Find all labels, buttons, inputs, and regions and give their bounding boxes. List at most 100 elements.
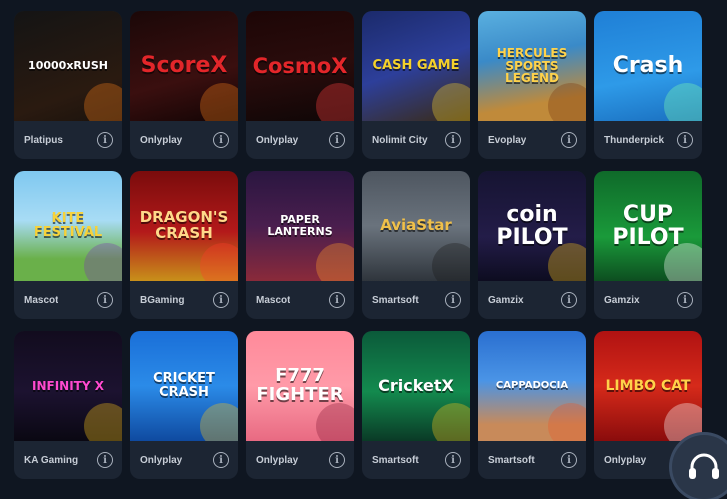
info-icon[interactable]: i	[561, 452, 577, 468]
game-thumbnail[interactable]: HERCULES SPORTS LEGEND	[478, 11, 586, 121]
game-card[interactable]: CASH GAME Nolimit City i	[362, 11, 470, 159]
provider-name: Onlyplay	[256, 454, 299, 466]
info-icon[interactable]: i	[445, 132, 461, 148]
game-thumbnail[interactable]: coin PILOT	[478, 171, 586, 281]
artwork-accent	[84, 403, 122, 441]
artwork-accent	[664, 83, 702, 121]
info-icon[interactable]: i	[561, 132, 577, 148]
game-thumbnail[interactable]: CAPPADOCIA	[478, 331, 586, 441]
game-card[interactable]: INFINITY X KA Gaming i	[14, 331, 122, 479]
artwork-accent	[84, 243, 122, 281]
info-icon[interactable]: i	[445, 452, 461, 468]
game-thumbnail[interactable]: CRICKET CRASH	[130, 331, 238, 441]
provider-name: Gamzix	[488, 294, 524, 306]
artwork-accent	[316, 83, 354, 121]
game-thumbnail[interactable]: F777 FIGHTER	[246, 331, 354, 441]
info-icon[interactable]: i	[561, 292, 577, 308]
game-footer: Mascot i	[14, 281, 122, 319]
game-footer: BGaming i	[130, 281, 238, 319]
game-card[interactable]: DRAGON'S CRASH BGaming i	[130, 171, 238, 319]
game-title: ScoreX	[140, 53, 228, 79]
provider-name: BGaming	[140, 294, 185, 306]
artwork-accent	[432, 403, 470, 441]
game-footer: Smartsoft i	[478, 441, 586, 479]
provider-name: Onlyplay	[604, 454, 647, 466]
game-card[interactable]: CosmoX Onlyplay i	[246, 11, 354, 159]
game-card[interactable]: CAPPADOCIA Smartsoft i	[478, 331, 586, 479]
game-card[interactable]: CRICKET CRASH Onlyplay i	[130, 331, 238, 479]
game-footer: Evoplay i	[478, 121, 586, 159]
info-icon[interactable]: i	[677, 292, 693, 308]
info-icon[interactable]: i	[329, 132, 345, 148]
game-card[interactable]: AviaStar Smartsoft i	[362, 171, 470, 319]
game-thumbnail[interactable]: CUP PILOT	[594, 171, 702, 281]
support-chat-button[interactable]	[672, 435, 727, 499]
game-card[interactable]: KITE FESTIVAL Mascot i	[14, 171, 122, 319]
game-title: KITE FESTIVAL	[33, 211, 103, 240]
game-footer: Platipus i	[14, 121, 122, 159]
info-icon[interactable]: i	[677, 132, 693, 148]
game-thumbnail[interactable]: DRAGON'S CRASH	[130, 171, 238, 281]
game-card[interactable]: F777 FIGHTER Onlyplay i	[246, 331, 354, 479]
game-thumbnail[interactable]: PAPER LANTERNS	[246, 171, 354, 281]
game-title: F777 FIGHTER	[256, 365, 344, 405]
provider-name: Onlyplay	[256, 134, 299, 146]
game-title: AviaStar	[380, 216, 452, 235]
game-title: DRAGON'S CRASH	[139, 208, 229, 242]
info-icon[interactable]: i	[329, 292, 345, 308]
game-title: 10000xRUSH	[28, 59, 108, 73]
artwork-accent	[548, 83, 586, 121]
game-title: Crash	[612, 53, 684, 79]
game-thumbnail[interactable]: KITE FESTIVAL	[14, 171, 122, 281]
game-footer: KA Gaming i	[14, 441, 122, 479]
info-icon[interactable]: i	[97, 452, 113, 468]
provider-name: Nolimit City	[372, 134, 428, 146]
game-thumbnail[interactable]: AviaStar	[362, 171, 470, 281]
game-thumbnail[interactable]: Crash	[594, 11, 702, 121]
game-footer: Smartsoft i	[362, 441, 470, 479]
provider-name: Smartsoft	[372, 294, 419, 306]
info-icon[interactable]: i	[213, 292, 229, 308]
game-title: CosmoX	[252, 53, 348, 78]
artwork-accent	[84, 83, 122, 121]
info-icon[interactable]: i	[213, 132, 229, 148]
info-icon[interactable]: i	[97, 292, 113, 308]
game-title: CASH GAME	[372, 58, 460, 74]
game-thumbnail[interactable]: CASH GAME	[362, 11, 470, 121]
provider-name: Onlyplay	[140, 454, 183, 466]
info-icon[interactable]: i	[97, 132, 113, 148]
game-title: LIMBO CAT	[605, 377, 691, 394]
game-footer: Thunderpick i	[594, 121, 702, 159]
info-icon[interactable]: i	[213, 452, 229, 468]
game-card[interactable]: PAPER LANTERNS Mascot i	[246, 171, 354, 319]
game-card[interactable]: CUP PILOT Gamzix i	[594, 171, 702, 319]
game-footer: Onlyplay i	[130, 121, 238, 159]
artwork-accent	[200, 403, 238, 441]
game-card[interactable]: CricketX Smartsoft i	[362, 331, 470, 479]
info-icon[interactable]: i	[445, 292, 461, 308]
headset-icon	[689, 453, 719, 479]
games-grid: 10000xRUSH Platipus i ScoreX Onlyplay i CosmoX…	[14, 11, 702, 479]
game-card[interactable]: 10000xRUSH Platipus i	[14, 11, 122, 159]
provider-name: Thunderpick	[604, 134, 665, 146]
game-thumbnail[interactable]: CricketX	[362, 331, 470, 441]
game-thumbnail[interactable]: LIMBO CAT	[594, 331, 702, 441]
game-title: HERCULES SPORTS LEGEND	[496, 46, 568, 86]
game-title: CricketX	[378, 375, 454, 395]
game-footer: Smartsoft i	[362, 281, 470, 319]
game-thumbnail[interactable]: INFINITY X	[14, 331, 122, 441]
game-thumbnail[interactable]: CosmoX	[246, 11, 354, 121]
game-card[interactable]: coin PILOT Gamzix i	[478, 171, 586, 319]
game-thumbnail[interactable]: ScoreX	[130, 11, 238, 121]
game-title: CAPPADOCIA	[495, 379, 569, 391]
provider-name: Evoplay	[488, 134, 527, 146]
provider-name: Mascot	[256, 294, 291, 306]
info-icon[interactable]: i	[329, 452, 345, 468]
artwork-accent	[548, 403, 586, 441]
game-footer: Onlyplay i	[246, 441, 354, 479]
game-card[interactable]: ScoreX Onlyplay i	[130, 11, 238, 159]
game-card[interactable]: HERCULES SPORTS LEGEND Evoplay i	[478, 11, 586, 159]
provider-name: Gamzix	[604, 294, 640, 306]
game-card[interactable]: Crash Thunderpick i	[594, 11, 702, 159]
game-thumbnail[interactable]: 10000xRUSH	[14, 11, 122, 121]
